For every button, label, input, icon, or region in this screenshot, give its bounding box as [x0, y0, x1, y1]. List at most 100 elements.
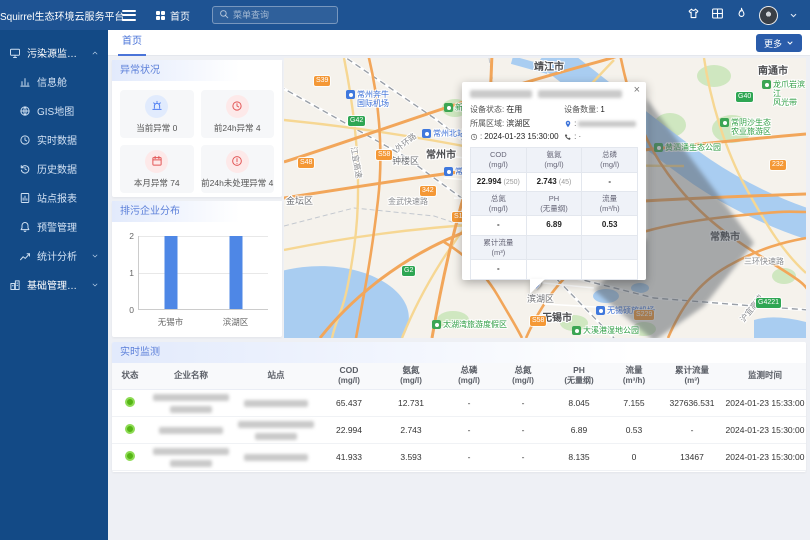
y-tick-label: 2: [120, 231, 134, 241]
menu-toggle-icon[interactable]: [122, 10, 136, 21]
sidebar-item-basic-management-system[interactable]: 基础管理系统: [0, 270, 108, 299]
phone-icon: [564, 133, 572, 141]
value-cell: -: [496, 443, 550, 470]
value-cell: 0.53: [608, 416, 660, 443]
road-badge: G42: [348, 116, 365, 126]
value-cell: 327636.531: [660, 389, 724, 416]
road-badge: S39: [314, 76, 330, 86]
apps-grid-icon: [156, 11, 165, 20]
stat-card-month-abnormal[interactable]: 本月异常 74: [120, 145, 194, 193]
popup-param-value: 2.743 (45): [527, 173, 583, 192]
popup-param-value: 6.89: [527, 216, 583, 235]
table-column-header: 累计流量(m³): [660, 363, 724, 389]
popup-field: : ·: [564, 132, 638, 141]
table-row[interactable]: 65.43712.731--8.0457.155327636.5312024-0…: [112, 389, 806, 416]
chevron-down-icon: [91, 252, 99, 260]
transport-poi-icon: [346, 90, 355, 99]
flame-icon: [735, 7, 748, 20]
layout-split-icon[interactable]: [711, 7, 724, 23]
value-cell: 41.933: [318, 443, 380, 470]
road-badge: S48: [298, 158, 314, 168]
x-tick-label: 滨湖区: [223, 316, 249, 328]
table-row[interactable]: 22.9942.743--6.890.53-2024-01-23 15:30:0…: [112, 416, 806, 443]
sidebar: 污染源监测系统信息舱GIS地图实时数据历史数据站点报表预警管理统计分析基础管理系…: [0, 30, 108, 540]
popup-param-value: -: [471, 216, 527, 235]
chevron-up-icon: [91, 49, 99, 57]
value-cell: 22.994: [318, 416, 380, 443]
map-label-city: 南通市: [758, 66, 788, 78]
road-badge: S229: [634, 310, 654, 320]
stat-card-last-24h-abnormal[interactable]: 前24h异常 4: [201, 90, 275, 138]
app-logo: Squirrel生态环境云服务平台: [0, 8, 108, 23]
popup-param-header: 总氮(mg/l): [471, 192, 527, 217]
sidebar-item-history-data[interactable]: 历史数据: [0, 154, 108, 183]
table-column-header: 状态: [112, 363, 148, 389]
park-poi-icon: [720, 118, 729, 127]
enterprise-distribution-panel: 排污企业分布 012无锡市滨湖区: [112, 201, 282, 337]
popup-field: :: [564, 119, 638, 128]
map-label-city: 常州市: [426, 150, 456, 162]
abnormal-status-panel: 异常状况 当前异常 0前24h异常 4本月异常 74前24h未处理异常 4: [112, 60, 282, 197]
table-column-header: 企业名称: [148, 363, 234, 389]
map-label-district: 滨湖区: [527, 294, 554, 304]
sidebar-item-statistics-analysis[interactable]: 统计分析: [0, 241, 108, 270]
topbar-home-link[interactable]: 首页: [156, 8, 190, 23]
park-poi-icon: [762, 80, 771, 89]
chevron-down-icon[interactable]: [789, 11, 798, 20]
value-cell: -: [442, 389, 496, 416]
map-label-road: 三环快速路: [744, 257, 784, 266]
sidebar-item-gis-map[interactable]: GIS地图: [0, 96, 108, 125]
chevron-down-icon: [786, 39, 794, 47]
popup-param-header: 总磷(mg/l): [582, 148, 638, 173]
siren-icon: [151, 100, 163, 112]
stat-card-last-24h-unhandled-abnormal[interactable]: 前24h未处理异常 4: [201, 145, 275, 193]
menu-search-input[interactable]: [233, 10, 331, 20]
popup-param-header: 流量(m³/h): [582, 192, 638, 217]
tab-home[interactable]: 首页: [118, 30, 146, 56]
map-label-poi-green: 太湖湾旅游度假区: [432, 320, 507, 329]
y-tick-label: 1: [120, 268, 134, 278]
panel-title: 排污企业分布: [112, 201, 282, 222]
menu-search-box[interactable]: [212, 6, 338, 24]
sidebar-item-pollution-monitoring-system[interactable]: 污染源监测系统: [0, 38, 108, 67]
sidebar-item-realtime-data[interactable]: 实时数据: [0, 125, 108, 154]
sidebar-item-station-report[interactable]: 站点报表: [0, 183, 108, 212]
map-label-city: 常熟市: [710, 232, 740, 244]
stat-card-current-abnormal[interactable]: 当前异常 0: [120, 90, 194, 138]
value-cell: 0: [608, 443, 660, 470]
popup-title-redacted: [470, 90, 638, 98]
value-cell: 13467: [660, 443, 724, 470]
warn-icon: [226, 150, 249, 173]
map-label-road: 江宜高速: [349, 146, 364, 179]
close-icon[interactable]: ×: [634, 85, 640, 96]
value-cell: 6.89: [550, 416, 608, 443]
table-row[interactable]: 41.9333.593--8.1350134672024-01-23 15:30…: [112, 443, 806, 470]
calendar-icon: [151, 155, 163, 167]
tabbar: 首页 更多: [108, 30, 810, 56]
sidebar-item-alert-management[interactable]: 预警管理: [0, 212, 108, 241]
flame-icon[interactable]: [735, 7, 748, 23]
bell-icon: [19, 221, 31, 233]
more-button[interactable]: 更多: [756, 34, 802, 52]
popup-param-value: -: [471, 260, 527, 279]
theme-skin-icon[interactable]: [687, 7, 700, 23]
value-cell: 2024-01-23 15:30:00: [724, 443, 806, 470]
map-label-poi-green: 常阴沙生态农业旅游区: [720, 118, 771, 136]
road-badge: G4221: [756, 298, 781, 308]
map-canvas[interactable]: 靖江市南通市常州市常熟市无锡市钟楼区金坛区滨湖区金武快速路三环快速路外环路江宜高…: [284, 58, 806, 338]
history-icon: [19, 163, 31, 175]
popup-readings-table: COD(mg/l)氨氮(mg/l)总磷(mg/l)22.994 (250)2.7…: [470, 147, 638, 280]
value-cell: 2024-01-23 15:33:00: [724, 389, 806, 416]
theme-skin-icon: [687, 7, 700, 20]
status-dot-normal: [125, 451, 135, 461]
status-cell: [112, 443, 148, 470]
value-cell: 7.155: [608, 389, 660, 416]
company-cell-redacted: [148, 416, 234, 443]
road-badge: 232: [770, 160, 786, 170]
popup-param-header: [527, 236, 583, 261]
popup-param-value: -: [582, 173, 638, 192]
avatar[interactable]: [759, 6, 778, 25]
park-poi-icon: [572, 326, 581, 335]
sidebar-item-info-hub[interactable]: 信息舱: [0, 67, 108, 96]
map-info-window: × 设备状态:在用设备数量:1所属区域:滨湖区::2024-01-23 15:3…: [462, 82, 646, 280]
